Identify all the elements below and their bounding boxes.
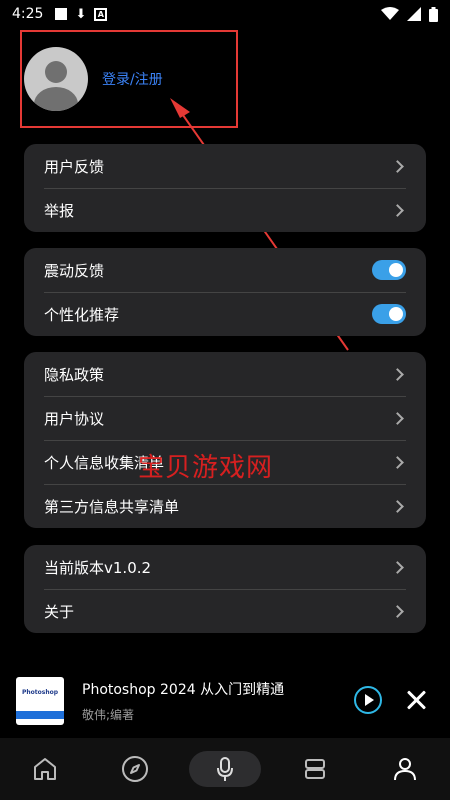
menu-item-label: 当前版本v1.0.2 <box>44 558 152 577</box>
chevron-right-icon <box>391 367 404 381</box>
menu-item-vibration: 震动反馈 <box>24 248 426 292</box>
chevron-right-icon <box>391 499 404 513</box>
menu-item-label: 用户协议 <box>44 409 105 428</box>
mic-pill[interactable] <box>189 751 261 787</box>
nav-profile[interactable] <box>360 738 450 800</box>
compass-icon <box>122 756 148 782</box>
now-playing-title: Photoshop 2024 从入门到精通 <box>82 682 285 698</box>
menu-item-personalized: 个性化推荐 <box>24 292 426 336</box>
status-time: 4:25 <box>12 6 44 22</box>
home-icon <box>34 758 56 780</box>
personalized-toggle[interactable] <box>372 304 406 324</box>
avatar-body <box>34 87 78 111</box>
menu-item-label: 用户反馈 <box>44 157 105 176</box>
profile-header[interactable]: 登录/注册 <box>20 30 238 128</box>
cover-stripe <box>16 711 64 719</box>
battery-icon <box>429 6 438 22</box>
menu-item-report[interactable]: 举报 <box>24 188 426 232</box>
menu-item-third-party-list[interactable]: 第三方信息共享清单 <box>24 484 426 528</box>
settings-card-about: 当前版本v1.0.2 关于 <box>24 545 426 633</box>
library-icon <box>305 759 325 779</box>
vibration-toggle[interactable] <box>372 260 406 280</box>
chevron-right-icon <box>391 604 404 618</box>
download-icon: ⬇ <box>75 6 87 22</box>
settings-card-legal: 隐私政策 用户协议 个人信息收集清单 第三方信息共享清单 <box>24 352 426 528</box>
bottom-navigation <box>0 738 450 800</box>
now-playing-author: 敬伟;编著 <box>82 708 135 722</box>
chevron-right-icon <box>391 159 404 173</box>
nav-library[interactable] <box>270 738 360 800</box>
app-notification-icon: A <box>94 7 108 21</box>
close-icon[interactable] <box>404 688 428 712</box>
nav-voice[interactable] <box>180 738 270 800</box>
signal-icon <box>407 7 421 21</box>
profile-icon <box>394 758 416 781</box>
login-register-link[interactable]: 登录/注册 <box>102 69 163 89</box>
book-cover[interactable]: Photoshop <box>16 677 64 725</box>
menu-item-label: 举报 <box>44 201 75 220</box>
wifi-icon <box>381 7 399 20</box>
menu-item-label: 个性化推荐 <box>44 305 120 324</box>
menu-item-label: 第三方信息共享清单 <box>44 497 180 516</box>
menu-item-version[interactable]: 当前版本v1.0.2 <box>24 545 426 589</box>
cover-text: Photoshop <box>22 689 59 696</box>
menu-item-label: 隐私政策 <box>44 365 105 384</box>
settings-card-preferences: 震动反馈 个性化推荐 <box>24 248 426 336</box>
now-playing-bar[interactable]: Photoshop Photoshop 2024 从入门到精通 敬伟;编著 <box>0 672 450 730</box>
menu-item-user-agreement[interactable]: 用户协议 <box>24 396 426 440</box>
nav-home[interactable] <box>0 738 90 800</box>
avatar-head <box>45 61 67 83</box>
settings-card-feedback: 用户反馈 举报 <box>24 144 426 232</box>
now-playing-info[interactable]: Photoshop 2024 从入门到精通 敬伟;编著 <box>82 679 284 723</box>
notification-square-icon <box>55 8 68 20</box>
nav-discover[interactable] <box>90 738 180 800</box>
watermark-text: 宝贝游戏网 <box>138 453 274 483</box>
menu-item-about[interactable]: 关于 <box>24 589 426 633</box>
play-button-icon[interactable] <box>354 686 382 714</box>
chevron-right-icon <box>391 203 404 217</box>
avatar[interactable] <box>24 47 88 111</box>
chevron-right-icon <box>391 455 404 469</box>
menu-item-label: 震动反馈 <box>44 261 105 280</box>
mic-icon <box>217 757 233 781</box>
chevron-right-icon <box>391 560 404 574</box>
status-bar: 4:25 ⬇ A <box>0 0 450 28</box>
menu-item-feedback[interactable]: 用户反馈 <box>24 144 426 188</box>
chevron-right-icon <box>391 411 404 425</box>
menu-item-label: 关于 <box>44 602 75 621</box>
menu-item-privacy-policy[interactable]: 隐私政策 <box>24 352 426 396</box>
